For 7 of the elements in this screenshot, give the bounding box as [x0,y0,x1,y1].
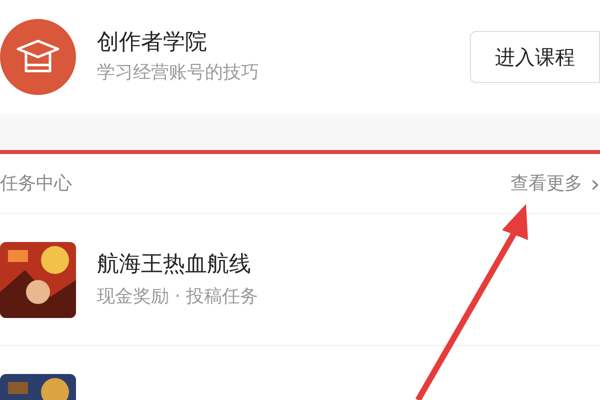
see-more-link[interactable]: 查看更多 › [510,170,600,197]
academy-subtitle: 学习经营账号的技巧 [97,64,259,82]
academy-title: 创作者学院 [97,32,208,54]
section-title: 任务中心 [0,172,72,196]
task-title: 航海王热血航线 [97,254,252,276]
enter-course-button[interactable]: 进入课程 [470,31,600,83]
task-subtitle: 现金奖励 · 投稿任务 [97,288,258,306]
